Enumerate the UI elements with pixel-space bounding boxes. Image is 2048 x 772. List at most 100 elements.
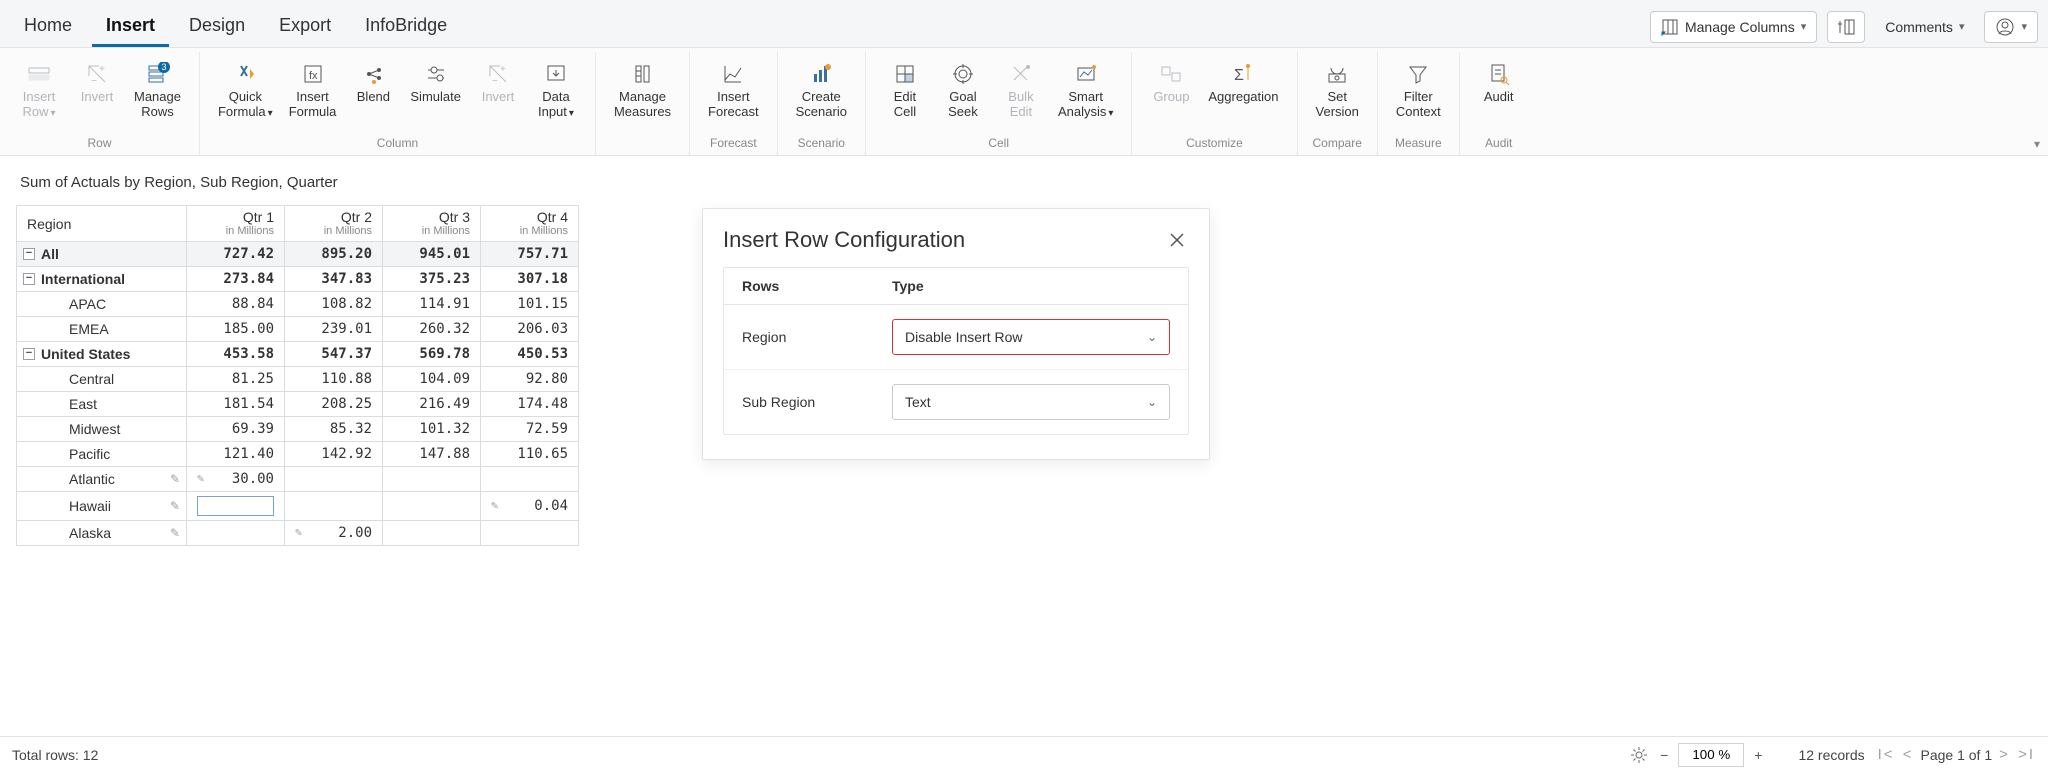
table-row[interactable]: EMEA185.00239.01260.32206.03 — [17, 317, 579, 342]
data-cell[interactable]: 81.25 — [187, 367, 285, 392]
ribbon-goal-seek-button[interactable]: GoalSeek — [936, 56, 990, 124]
tab-home[interactable]: Home — [10, 7, 86, 47]
table-row[interactable]: United States453.58547.37569.78450.53 — [17, 342, 579, 367]
data-cell[interactable]: 208.25 — [285, 392, 383, 417]
ribbon-insert-formula-button[interactable]: fxInsertFormula — [283, 56, 343, 124]
col-header-q1[interactable]: Qtr 1in Millions — [187, 206, 285, 242]
data-cell[interactable] — [481, 521, 579, 546]
data-cell[interactable] — [187, 521, 285, 546]
data-cell[interactable] — [383, 467, 481, 492]
ribbon-smart-analysis-button[interactable]: SmartAnalysis▾ — [1052, 56, 1119, 124]
comments-button[interactable]: Comments ▾ — [1875, 11, 1974, 43]
col-header-q4[interactable]: Qtr 4in Millions — [481, 206, 579, 242]
row-label-cell[interactable]: EMEA — [17, 317, 187, 342]
data-cell[interactable]: 92.80 — [481, 367, 579, 392]
data-cell[interactable]: 273.84 — [187, 267, 285, 292]
row-label-cell[interactable]: Hawaii✎ — [17, 492, 187, 521]
ribbon-collapse-button[interactable]: ▾ — [2034, 137, 2040, 151]
tab-infobridge[interactable]: InfoBridge — [351, 7, 461, 47]
ribbon-audit-button[interactable]: Audit — [1472, 56, 1526, 124]
data-cell[interactable]: 88.84 — [187, 292, 285, 317]
row-label-cell[interactable]: Atlantic✎ — [17, 467, 187, 492]
data-cell[interactable]: ✎2.00 — [285, 521, 383, 546]
data-cell[interactable]: 147.88 — [383, 442, 481, 467]
ribbon-aggregation-button[interactable]: ΣAggregation — [1202, 56, 1284, 124]
data-cell[interactable]: 260.32 — [383, 317, 481, 342]
collapse-toggle[interactable] — [23, 348, 35, 360]
data-cell[interactable]: 110.65 — [481, 442, 579, 467]
data-cell[interactable]: 101.15 — [481, 292, 579, 317]
table-row[interactable]: Central81.25110.88104.0992.80 — [17, 367, 579, 392]
ribbon-blend-button[interactable]: Blend — [346, 56, 400, 124]
data-cell[interactable]: 375.23 — [383, 267, 481, 292]
data-cell[interactable]: 185.00 — [187, 317, 285, 342]
data-cell[interactable]: 307.18 — [481, 267, 579, 292]
data-cell[interactable]: 181.54 — [187, 392, 285, 417]
table-row[interactable]: Pacific121.40142.92147.88110.65 — [17, 442, 579, 467]
zoom-in-button[interactable]: + — [1748, 745, 1768, 765]
active-cell-input[interactable] — [197, 496, 274, 516]
ribbon-manage-measures-button[interactable]: ManageMeasures — [608, 56, 677, 124]
data-cell[interactable] — [383, 492, 481, 521]
data-cell[interactable]: 547.37 — [285, 342, 383, 367]
ribbon-filter-context-button[interactable]: FilterContext — [1390, 56, 1447, 124]
ribbon-set-version-button[interactable]: SetVersion — [1310, 56, 1365, 124]
tab-insert[interactable]: Insert — [92, 7, 169, 47]
ribbon-simulate-button[interactable]: Simulate — [404, 56, 467, 124]
data-cell[interactable]: ✎30.00 — [187, 467, 285, 492]
status-settings-button[interactable] — [1624, 744, 1654, 766]
panel-close-button[interactable] — [1165, 228, 1189, 252]
col-header-q2[interactable]: Qtr 2in Millions — [285, 206, 383, 242]
data-cell[interactable] — [285, 467, 383, 492]
zoom-out-button[interactable]: − — [1654, 745, 1674, 765]
table-row[interactable]: Atlantic✎✎30.00 — [17, 467, 579, 492]
data-cell[interactable]: 569.78 — [383, 342, 481, 367]
ribbon-insert-forecast-button[interactable]: InsertForecast — [702, 56, 765, 124]
tab-design[interactable]: Design — [175, 7, 259, 47]
data-cell[interactable]: 85.32 — [285, 417, 383, 442]
data-cell[interactable]: 945.01 — [383, 242, 481, 267]
data-cell[interactable]: ✎0.04 — [481, 492, 579, 521]
collapse-toggle[interactable] — [23, 273, 35, 285]
row-label-cell[interactable]: International — [17, 267, 187, 292]
data-cell[interactable]: 453.58 — [187, 342, 285, 367]
panel-row-region-select[interactable]: Disable Insert Row ⌄ — [892, 319, 1170, 355]
ribbon-quick-formula-button[interactable]: QuickFormula▾ — [212, 56, 279, 124]
ribbon-create-scenario-button[interactable]: CreateScenario — [790, 56, 853, 124]
pager-prev-button[interactable]: < — [1902, 746, 1915, 763]
ribbon-edit-cell-button[interactable]: EditCell — [878, 56, 932, 124]
tab-export[interactable]: Export — [265, 7, 345, 47]
data-cell[interactable]: 114.91 — [383, 292, 481, 317]
data-cell[interactable]: 206.03 — [481, 317, 579, 342]
data-cell[interactable]: 108.82 — [285, 292, 383, 317]
pager-first-button[interactable]: I< — [1877, 746, 1896, 763]
add-comment-button[interactable] — [1827, 11, 1865, 43]
data-cell[interactable]: 142.92 — [285, 442, 383, 467]
data-cell[interactable]: 72.59 — [481, 417, 579, 442]
data-cell[interactable]: 110.88 — [285, 367, 383, 392]
data-cell[interactable] — [383, 521, 481, 546]
data-cell[interactable]: 174.48 — [481, 392, 579, 417]
data-cell[interactable]: 450.53 — [481, 342, 579, 367]
ribbon-manage-rows-button[interactable]: 3ManageRows — [128, 56, 187, 124]
table-row[interactable]: All727.42895.20945.01757.71 — [17, 242, 579, 267]
zoom-input[interactable] — [1678, 743, 1744, 767]
data-cell[interactable]: 347.83 — [285, 267, 383, 292]
data-cell[interactable]: 121.40 — [187, 442, 285, 467]
table-row[interactable]: Alaska✎✎2.00 — [17, 521, 579, 546]
row-label-cell[interactable]: APAC — [17, 292, 187, 317]
panel-row-subregion-select[interactable]: Text ⌄ — [892, 384, 1170, 420]
table-row[interactable]: APAC88.84108.82114.91101.15 — [17, 292, 579, 317]
profile-button[interactable]: ▾ — [1984, 11, 2038, 43]
row-label-cell[interactable]: All — [17, 242, 187, 267]
pager-last-button[interactable]: >I — [2017, 746, 2036, 763]
data-cell[interactable]: 101.32 — [383, 417, 481, 442]
data-cell[interactable]: 216.49 — [383, 392, 481, 417]
row-label-cell[interactable]: Midwest — [17, 417, 187, 442]
col-header-q3[interactable]: Qtr 3in Millions — [383, 206, 481, 242]
data-cell[interactable]: 239.01 — [285, 317, 383, 342]
manage-columns-button[interactable]: Manage Columns ▾ — [1650, 11, 1817, 43]
ribbon-data-input-button[interactable]: DataInput▾ — [529, 56, 583, 124]
col-header-region[interactable]: Region — [17, 206, 187, 242]
data-cell[interactable]: 757.71 — [481, 242, 579, 267]
